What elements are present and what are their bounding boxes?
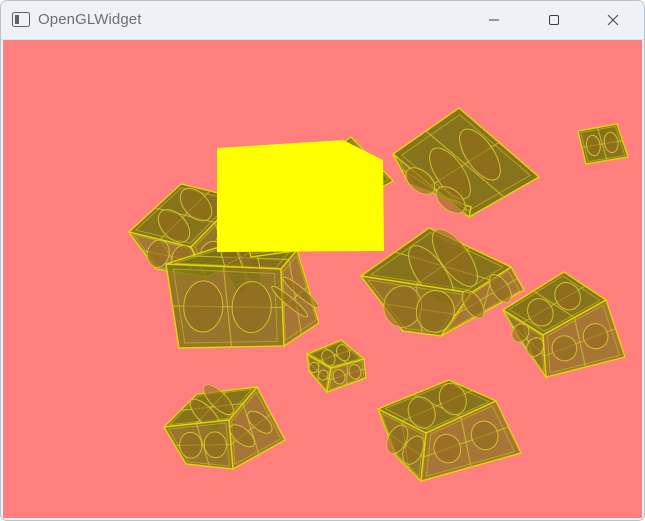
opengl-scene [3, 40, 642, 518]
maximize-icon [549, 15, 559, 25]
selected-object[interactable] [217, 140, 384, 252]
app-window: OpenGLWidget [0, 0, 645, 521]
close-icon [607, 14, 619, 26]
viewport-background [3, 40, 642, 518]
minimize-button[interactable] [471, 1, 517, 39]
title-bar[interactable]: OpenGLWidget [1, 1, 644, 40]
opengl-viewport[interactable] [3, 40, 642, 518]
close-button[interactable] [590, 1, 636, 39]
window-title: OpenGLWidget [38, 11, 142, 28]
maximize-button[interactable] [531, 1, 577, 39]
window-app-icon [12, 12, 30, 27]
minimize-icon [489, 19, 499, 21]
